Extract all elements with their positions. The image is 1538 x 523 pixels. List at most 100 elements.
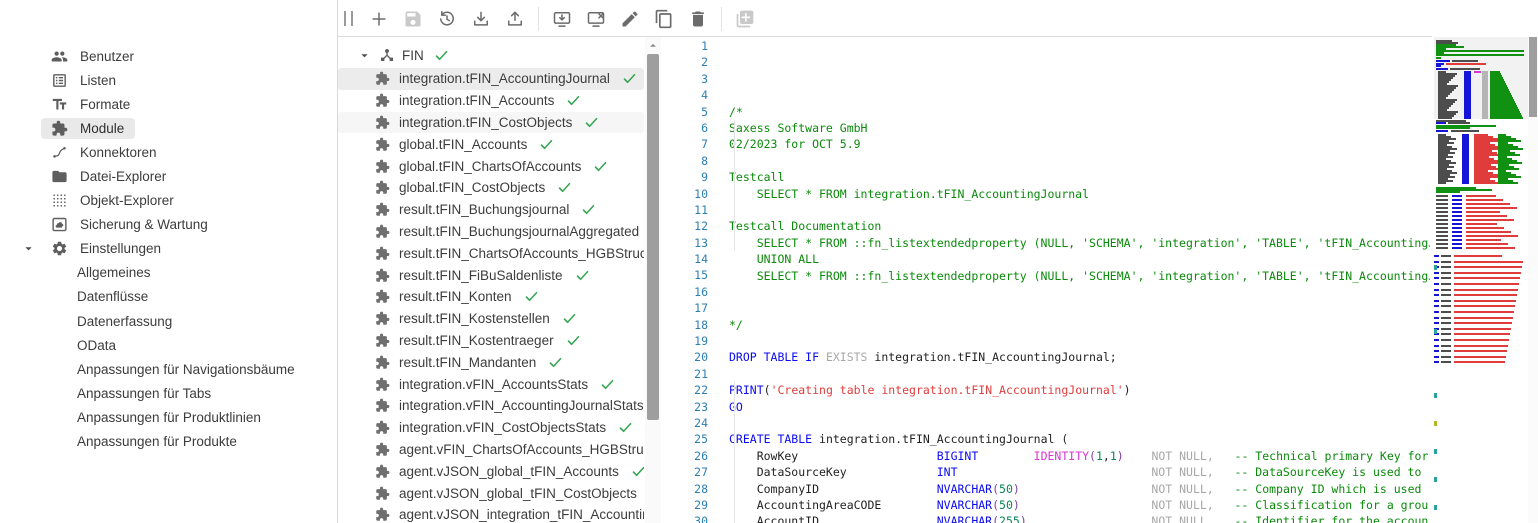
minimap-line bbox=[1452, 207, 1462, 209]
tree-item[interactable]: agent.vJSON_global_tFIN_Accounts bbox=[338, 460, 644, 482]
sidebar-item-module[interactable]: Module bbox=[0, 116, 337, 140]
tree-scrollbar-thumb[interactable] bbox=[647, 54, 659, 420]
tree-item[interactable]: result.tFIN_Mandanten bbox=[338, 351, 644, 373]
code-editor[interactable]: 1234567891011121314151617181920212223242… bbox=[661, 37, 1430, 523]
code-line-21: CREATE TABLE integration.tFIN_Accounting… bbox=[729, 431, 1430, 447]
toolbar-add-document-button[interactable] bbox=[733, 7, 757, 31]
code-line-23: DataSourceKey INT NOT NULL, -- DataSourc… bbox=[729, 464, 1430, 480]
tree-item[interactable]: result.tFIN_Kostentraeger bbox=[338, 330, 644, 352]
tree-item[interactable]: global.tFIN_CostObjects bbox=[338, 177, 644, 199]
library-add-icon bbox=[735, 9, 755, 29]
sidebar-subitem-anpassungen-fuer-produkte[interactable]: Anpassungen für Produkte bbox=[0, 430, 337, 454]
puzzle-icon bbox=[51, 120, 68, 137]
minimap-line bbox=[1436, 68, 1448, 70]
toolbar-undeploy-button[interactable] bbox=[584, 7, 608, 31]
toolbar-upload-button[interactable] bbox=[503, 7, 527, 31]
minimap-line bbox=[1436, 227, 1448, 229]
editor-scrollbar[interactable] bbox=[1528, 37, 1538, 523]
tree-item[interactable]: agent.vJSON_global_tFIN_CostObjects bbox=[338, 482, 644, 504]
check-icon bbox=[557, 180, 572, 195]
tree-item[interactable]: result.tFIN_BuchungsjournalAggregated bbox=[338, 221, 644, 243]
sidebar-item-konnektoren[interactable]: Konnektoren bbox=[0, 140, 337, 164]
line-number: 6 bbox=[661, 120, 708, 136]
chevron-down-icon[interactable] bbox=[357, 48, 372, 63]
minimap-line bbox=[1441, 350, 1451, 352]
minimap-line bbox=[1454, 255, 1502, 257]
tree-item[interactable]: integration.vFIN_AccountsStats bbox=[338, 373, 644, 395]
sidebar-item-benutzer[interactable]: Benutzer bbox=[0, 44, 337, 68]
minimap-line bbox=[1434, 345, 1439, 347]
editor-scrollbar-thumb[interactable] bbox=[1529, 37, 1537, 117]
minimap-line bbox=[1436, 127, 1470, 129]
tree-item-label: integration.vFIN_AccountsStats bbox=[399, 377, 588, 392]
sidebar-subitem-odata[interactable]: OData bbox=[0, 333, 337, 357]
minimap-line bbox=[1441, 356, 1451, 358]
toolbar-add-button[interactable] bbox=[367, 7, 391, 31]
sidebar-item-listen[interactable]: Listen bbox=[0, 68, 337, 92]
puzzle-icon bbox=[375, 420, 390, 435]
minimap-wrap bbox=[1430, 37, 1528, 523]
tree-item[interactable]: integration.vFIN_CostObjectsStats bbox=[338, 417, 644, 439]
tree-item-label: integration.vFIN_AccountingJournalStats bbox=[399, 398, 644, 413]
minimap-line bbox=[1441, 328, 1451, 330]
minimap-line bbox=[1436, 211, 1448, 213]
line-number: 25 bbox=[661, 431, 708, 447]
minimap-line bbox=[1454, 283, 1519, 285]
minimap-line bbox=[1436, 235, 1448, 237]
minimap-line bbox=[1452, 211, 1462, 213]
toolbar-download-button[interactable] bbox=[469, 7, 493, 31]
tree-scrollbar[interactable] bbox=[645, 37, 661, 523]
tree-item[interactable]: integration.tFIN_Accounts bbox=[338, 90, 644, 112]
puzzle-icon bbox=[375, 486, 390, 501]
tree-item[interactable]: integration.vFIN_AccountingJournalStats bbox=[338, 395, 644, 417]
line-number: 9 bbox=[661, 169, 708, 185]
toolbar-save-button[interactable] bbox=[401, 7, 425, 31]
tree-item[interactable]: integration.tFIN_AccountingJournal bbox=[338, 68, 644, 90]
code-line-18: PRINT('Creating table integration.tFIN_A… bbox=[729, 382, 1430, 398]
tree-item[interactable]: result.tFIN_FiBuSaldenliste bbox=[338, 264, 644, 286]
sidebar-subitem-anpassungen-fuer-produktlinien[interactable]: Anpassungen für Produktlinien bbox=[0, 405, 337, 429]
toolbar-delete-button[interactable] bbox=[686, 7, 710, 31]
code-line-17 bbox=[729, 366, 1430, 382]
tree-root-row[interactable]: FIN bbox=[338, 45, 661, 65]
panel-drag-handle[interactable] bbox=[344, 11, 353, 26]
sidebar-item-sicherung-wartung[interactable]: Sicherung & Wartung bbox=[0, 213, 337, 237]
toolbar-duplicate-button[interactable] bbox=[652, 7, 676, 31]
tree-item[interactable]: agent.vFIN_ChartsOfAccounts_HGBStructure bbox=[338, 439, 644, 461]
sidebar-item-objekt-explorer[interactable]: Objekt-Explorer bbox=[0, 189, 337, 213]
sidebar-subitem-allgemeines[interactable]: Allgemeines bbox=[0, 261, 337, 285]
chevron-down-icon[interactable] bbox=[21, 241, 36, 256]
tree-item[interactable]: integration.tFIN_CostObjects bbox=[338, 112, 644, 134]
tree-item[interactable]: global.tFIN_Accounts bbox=[338, 133, 644, 155]
sidebar-subitem-datenerfassung[interactable]: Datenerfassung bbox=[0, 309, 337, 333]
minimap[interactable] bbox=[1434, 37, 1528, 523]
tree-item[interactable]: result.tFIN_Konten bbox=[338, 286, 644, 308]
minimap-line bbox=[1466, 195, 1496, 197]
tree-item[interactable]: result.tFIN_Buchungsjournal bbox=[338, 199, 644, 221]
tree-item[interactable]: result.tFIN_ChartsOfAccounts_HGBStructur… bbox=[338, 242, 644, 264]
tree-item[interactable]: result.tFIN_Kostenstellen bbox=[338, 308, 644, 330]
tree-item[interactable]: agent.vJSON_integration_tFIN_AccountingJ… bbox=[338, 504, 644, 523]
minimap-line bbox=[1441, 283, 1451, 285]
sidebar-item-formate[interactable]: Formate bbox=[0, 92, 337, 116]
minimap-line bbox=[1436, 65, 1441, 67]
code-line-24: CompanyID NVARCHAR(50) NOT NULL, -- Comp… bbox=[729, 481, 1430, 497]
plus-icon bbox=[369, 9, 389, 29]
toolbar-edit-button[interactable] bbox=[618, 7, 642, 31]
module-tree-panel: FIN integration.tFIN_AccountingJournalin… bbox=[338, 37, 661, 523]
sidebar-subitem-anpassungen-fuer-tabs[interactable]: Anpassungen für Tabs bbox=[0, 381, 337, 405]
minimap-line bbox=[1436, 54, 1524, 56]
check-icon bbox=[581, 202, 596, 217]
tree-item[interactable]: global.tFIN_ChartsOfAccounts bbox=[338, 155, 644, 177]
toolbar-history-button[interactable] bbox=[435, 7, 459, 31]
sidebar-item-einstellungen[interactable]: Einstellungen bbox=[0, 237, 337, 261]
scroll-up-icon[interactable] bbox=[646, 38, 660, 52]
toolbar-deploy-button[interactable] bbox=[550, 7, 574, 31]
sidebar-subitem-datenfluesse[interactable]: Datenflüsse bbox=[0, 285, 337, 309]
sidebar-item-label: Listen bbox=[80, 73, 116, 88]
sidebar-item-datei-explorer[interactable]: Datei-Explorer bbox=[0, 164, 337, 188]
minimap-line bbox=[1454, 294, 1517, 296]
code-content: /*Saxess Software GmbH02/2023 for OCT 5.… bbox=[725, 38, 1430, 523]
minimap-line bbox=[1450, 68, 1480, 70]
sidebar-subitem-anpassungen-fuer-navigationsbaeume[interactable]: Anpassungen für Navigationsbäume bbox=[0, 357, 337, 381]
